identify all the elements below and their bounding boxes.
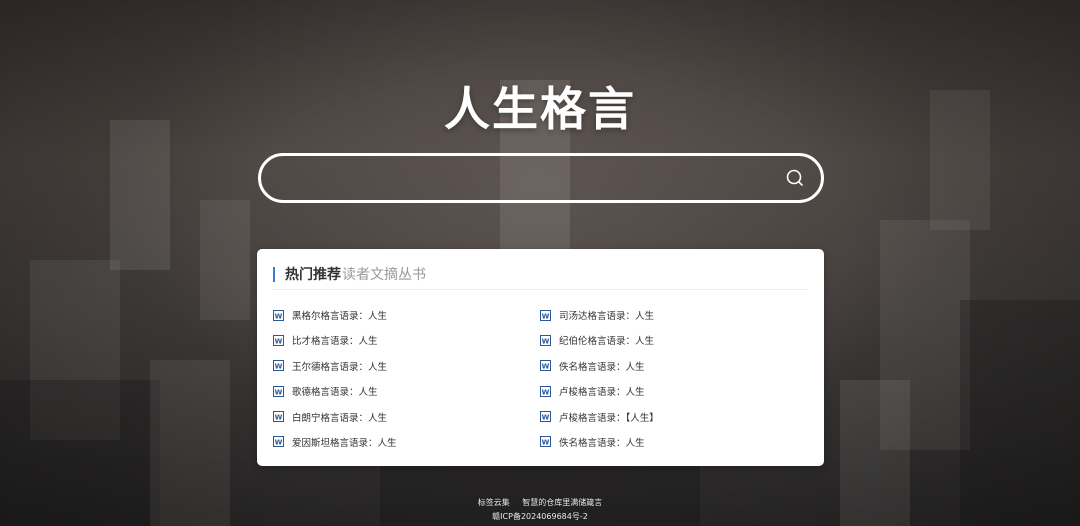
list-item-label: 佚名格言语录：人生 <box>559 361 645 373</box>
word-doc-icon: W <box>273 309 284 321</box>
word-doc-icon: W <box>273 436 284 448</box>
word-doc-icon: W <box>273 334 284 346</box>
hot-recommend-panel: 热门推荐 读者文摘丛书 W 黑格尔格言语录：人生 W 司汤达格言语录：人生 W … <box>257 249 824 466</box>
list-item-label: 卢梭格言语录：人生 <box>559 387 645 399</box>
list-item-label: 司汤达格言语录：人生 <box>559 311 655 322</box>
search-box <box>258 153 824 203</box>
list-item[interactable]: W 王尔德格言语录：人生 <box>273 357 540 375</box>
list-item[interactable]: W 比才格言语录：人生 <box>273 331 540 349</box>
word-doc-icon: W <box>273 360 284 372</box>
word-doc-icon: W <box>540 360 551 372</box>
search-button[interactable] <box>783 166 807 190</box>
list-item[interactable]: W 佚名格言语录：人生 <box>540 357 807 375</box>
list-item[interactable]: W 爱因斯坦格言语录：人生 <box>273 433 540 451</box>
list-item-label: 卢梭格言语录：【人生】 <box>559 412 659 424</box>
panel-accent-bar <box>273 266 275 282</box>
list-item-label: 王尔德格言语录：人生 <box>292 361 388 373</box>
search-input[interactable] <box>279 156 773 202</box>
list-item[interactable]: W 佚名格言语录：人生 <box>540 433 807 451</box>
article-list: W 黑格尔格言语录：人生 W 司汤达格言语录：人生 W 比才格言语录：人生 W … <box>273 306 813 458</box>
word-doc-icon: W <box>540 411 551 423</box>
list-item[interactable]: W 司汤达格言语录：人生 <box>540 306 807 324</box>
svg-text:W: W <box>542 413 550 421</box>
list-item-label: 比才格言语录：人生 <box>292 336 378 348</box>
footer-link-slogan[interactable]: 智慧的仓库里满储箴言 <box>522 498 602 507</box>
word-doc-icon: W <box>273 411 284 423</box>
list-item-label: 歌德格言语录：人生 <box>292 387 378 399</box>
list-item-label: 黑格尔格言语录：人生 <box>292 311 388 322</box>
list-item-label: 纪伯伦格言语录：人生 <box>559 336 655 348</box>
word-doc-icon: W <box>540 385 551 397</box>
icp-record[interactable]: 赣ICP备2024069684号-2 <box>0 510 1080 524</box>
search-icon <box>786 169 803 186</box>
svg-text:W: W <box>542 337 550 345</box>
list-item[interactable]: W 纪伯伦格言语录：人生 <box>540 331 807 349</box>
panel-header: 热门推荐 读者文摘丛书 <box>273 259 808 290</box>
word-doc-icon: W <box>540 334 551 346</box>
list-item[interactable]: W 卢梭格言语录：人生 <box>540 382 807 400</box>
page: 人生格言 热门推荐 读者文摘丛书 W 黑格尔格言语录：人生 W 司汤达格言语录：… <box>0 0 1080 526</box>
list-item[interactable]: W 黑格尔格言语录：人生 <box>273 306 540 324</box>
list-item[interactable]: W 歌德格言语录：人生 <box>273 382 540 400</box>
svg-text:W: W <box>542 388 550 396</box>
list-item-label: 爱因斯坦格言语录：人生 <box>292 437 397 449</box>
svg-text:W: W <box>275 337 283 345</box>
word-doc-icon: W <box>540 309 551 321</box>
site-title: 人生格言 <box>444 81 636 136</box>
svg-text:W: W <box>275 363 283 371</box>
svg-text:W: W <box>542 312 550 320</box>
word-doc-icon: W <box>540 436 551 448</box>
svg-text:W: W <box>542 439 550 447</box>
footer-links: 标签云集 智慧的仓库里满储箴言 <box>0 496 1080 510</box>
svg-text:W: W <box>275 413 283 421</box>
footer-link-tag-cloud[interactable]: 标签云集 <box>478 498 510 507</box>
list-item[interactable]: W 白朗宁格言语录：人生 <box>273 408 540 426</box>
list-item[interactable]: W 卢梭格言语录：【人生】 <box>540 408 807 426</box>
footer: 标签云集 智慧的仓库里满储箴言 赣ICP备2024069684号-2 <box>0 496 1080 524</box>
list-item-label: 佚名格言语录：人生 <box>559 437 645 449</box>
svg-text:W: W <box>275 388 283 396</box>
svg-text:W: W <box>275 312 283 320</box>
word-doc-icon: W <box>273 385 284 397</box>
panel-title: 热门推荐 <box>285 267 341 283</box>
panel-subtitle-link[interactable]: 读者文摘丛书 <box>342 264 426 284</box>
svg-text:W: W <box>542 363 550 371</box>
list-item-label: 白朗宁格言语录：人生 <box>292 412 388 424</box>
svg-text:W: W <box>275 439 283 447</box>
